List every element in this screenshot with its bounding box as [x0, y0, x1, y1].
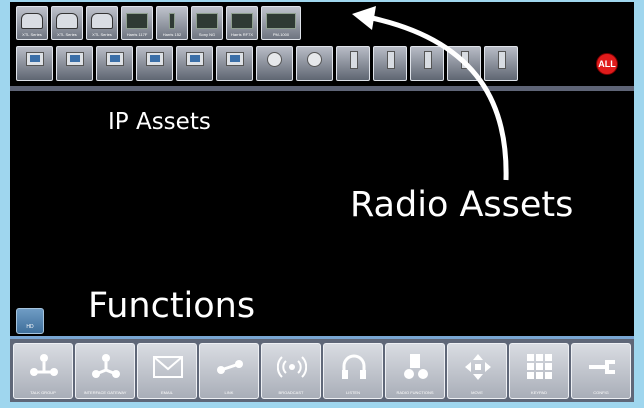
keypad-icon [527, 354, 552, 379]
function-caption: LISTEN [345, 390, 360, 395]
hd-button[interactable]: HD [16, 308, 44, 334]
function-caption: CONFIG [593, 390, 609, 395]
function-caption: MOVE [471, 390, 483, 395]
link-button[interactable]: LINK [199, 343, 259, 399]
broadcast-button[interactable]: BROADCAST [261, 343, 321, 399]
move-button[interactable]: MOVE [447, 343, 507, 399]
talk-group-icon [30, 354, 58, 376]
function-caption: RADIO FUNCTIONS [396, 390, 434, 395]
config-button[interactable]: CONFIG [571, 343, 631, 399]
headset-icon [342, 354, 366, 379]
function-caption: TALK GROUP [30, 390, 56, 395]
listen-button[interactable]: LISTEN [323, 343, 383, 399]
radio-functions-button[interactable]: RADIO FUNCTIONS [385, 343, 445, 399]
broadcast-icon [277, 356, 307, 378]
console-screen: XTL Series XTL Series XTL Series Harris … [10, 2, 634, 402]
talk-group-button[interactable]: TALK GROUP [13, 343, 73, 399]
speaker-icon [404, 354, 428, 379]
function-caption: KEYPAD [531, 390, 547, 395]
function-caption: INTERFACE GATEWAY [83, 390, 127, 395]
interface-gateway-button[interactable]: INTERFACE GATEWAY [75, 343, 135, 399]
move-arrows-icon [465, 354, 491, 380]
function-buttons-row: TALK GROUP INTERFACE GATEWAY EMAIL LINK … [13, 343, 631, 399]
function-caption: EMAIL [160, 390, 173, 395]
envelope-icon [153, 356, 183, 378]
gateway-icon [92, 354, 120, 378]
wrench-icon [589, 360, 615, 374]
function-caption: LINK [224, 390, 234, 395]
hd-button-caption: HD [26, 324, 34, 330]
function-caption: BROADCAST [278, 390, 304, 395]
keypad-button[interactable]: KEYPAD [509, 343, 569, 399]
link-icon [217, 360, 243, 374]
email-button[interactable]: EMAIL [137, 343, 197, 399]
